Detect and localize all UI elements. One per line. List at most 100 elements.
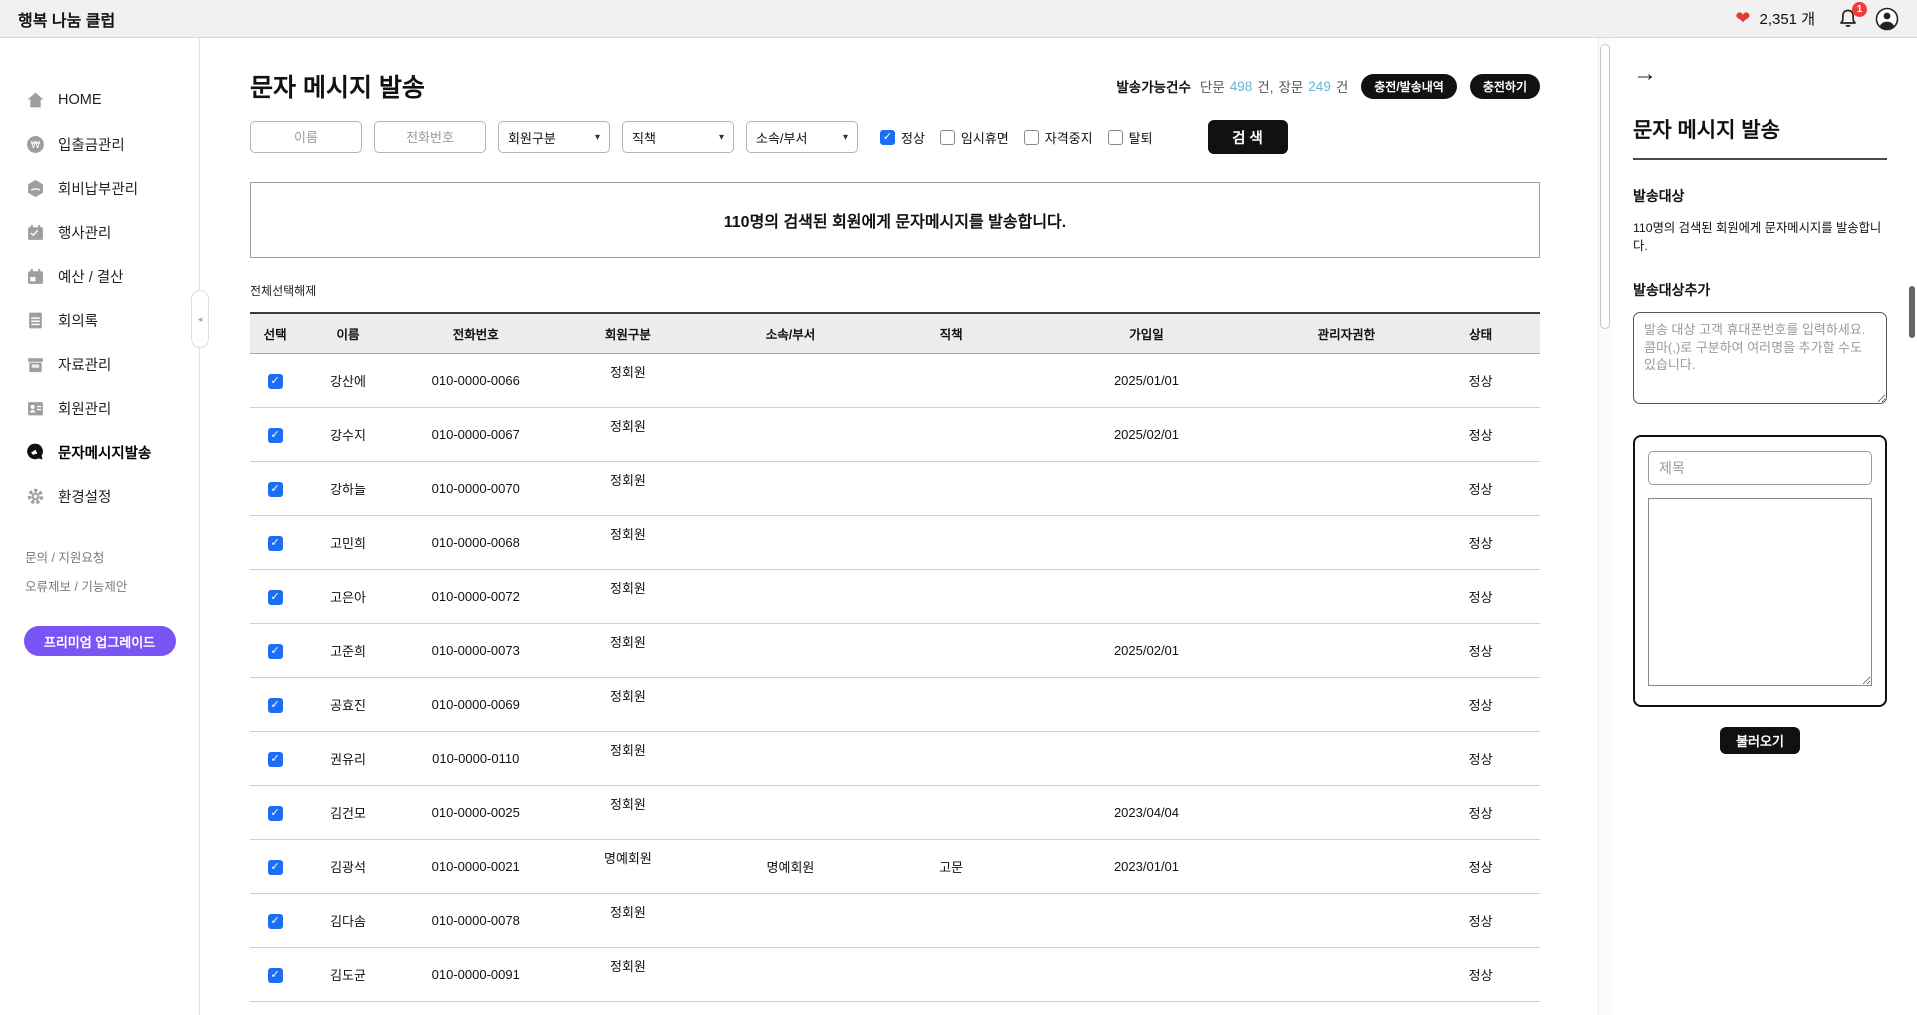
sidebar-item-minutes[interactable]: 회의록: [0, 298, 199, 342]
notice-text: 110명의 검색된 회원에게 문자메시지를 발송합니다.: [724, 208, 1066, 232]
cell-department: [700, 731, 881, 785]
cell-select[interactable]: ✓: [250, 785, 300, 839]
cell-role: [881, 569, 1022, 623]
checkbox-label: 자격중지: [1045, 128, 1093, 147]
search-button[interactable]: 검 색: [1208, 120, 1288, 154]
cell-select[interactable]: ✓: [250, 893, 300, 947]
main-scrollbar-thumb[interactable]: [1600, 44, 1610, 329]
row-checkbox[interactable]: ✓: [268, 644, 283, 659]
add-target-textarea[interactable]: [1633, 312, 1887, 404]
sidebar-item-deposit[interactable]: ₩ 입출금관리: [0, 122, 199, 166]
notification-badge: 1: [1852, 2, 1867, 17]
cell-name: 강산에: [300, 353, 395, 407]
main-content: 문자 메시지 발송 발송가능건수 단문 498 건, 장문 249 건 충전/발…: [200, 38, 1598, 1015]
row-checkbox[interactable]: ✓: [268, 428, 283, 443]
row-checkbox[interactable]: ✓: [268, 482, 283, 497]
sidebar-item-label: 입출금관리: [58, 134, 125, 155]
row-checkbox[interactable]: ✓: [268, 698, 283, 713]
cell-select[interactable]: ✓: [250, 839, 300, 893]
cell-join-date: [1021, 515, 1271, 569]
target-section-label: 발송대상: [1633, 186, 1887, 206]
cell-name: 김광석: [300, 839, 395, 893]
table-row: ✓김다솜010-0000-0078정회원정상: [250, 893, 1540, 947]
sidebar-item-label: HOME: [58, 92, 102, 108]
checkbox-suspended[interactable]: 자격중지: [1024, 128, 1093, 147]
support-link-bug-report[interactable]: 오류제보 / 기능제안: [25, 573, 199, 602]
cell-select[interactable]: ✓: [250, 569, 300, 623]
sidebar-item-label: 자료관리: [58, 354, 111, 375]
main-scrollbar-track: [1598, 38, 1611, 1015]
role-select[interactable]: 직책 ▾: [622, 121, 734, 153]
checkbox-icon: ✓: [880, 130, 895, 145]
sidebar-item-label: 회의록: [58, 310, 98, 331]
deselect-all-link[interactable]: 전체선택해제: [250, 282, 316, 299]
sidebar-item-events[interactable]: 행사관리: [0, 210, 199, 254]
row-checkbox[interactable]: ✓: [268, 860, 283, 875]
notifications-button[interactable]: 1: [1837, 8, 1859, 30]
row-checkbox[interactable]: ✓: [268, 536, 283, 551]
cell-phone: 010-0000-0021: [396, 839, 556, 893]
cell-select[interactable]: ✓: [250, 947, 300, 1001]
cell-department: [700, 893, 881, 947]
row-checkbox[interactable]: ✓: [268, 590, 283, 605]
panel-scrollbar-thumb[interactable]: [1909, 286, 1915, 338]
table-row: ✓강산에010-0000-0066정회원2025/01/01정상: [250, 353, 1540, 407]
dues-payment-icon: [25, 178, 45, 198]
home-icon: [25, 90, 45, 110]
member-type-select[interactable]: 회원구분 ▾: [498, 121, 610, 153]
cell-select[interactable]: ✓: [250, 515, 300, 569]
premium-upgrade-button[interactable]: 프리미엄 업그레이드: [24, 626, 176, 656]
table-row: ✓고준희010-0000-0073정회원2025/02/01정상: [250, 623, 1540, 677]
load-button[interactable]: 불러오기: [1720, 727, 1800, 754]
panel-collapse-arrow-icon[interactable]: →: [1633, 62, 1887, 86]
cell-member-type: 정회원: [556, 731, 700, 785]
department-select[interactable]: 소속/부서 ▾: [746, 121, 858, 153]
message-body-textarea[interactable]: [1648, 498, 1872, 686]
row-checkbox[interactable]: ✓: [268, 752, 283, 767]
phone-filter-input[interactable]: [374, 121, 486, 153]
cell-select[interactable]: ✓: [250, 677, 300, 731]
subject-input[interactable]: [1648, 451, 1872, 485]
row-checkbox[interactable]: ✓: [268, 806, 283, 821]
cell-phone: 010-0000-0091: [396, 947, 556, 1001]
event-icon: [25, 222, 45, 242]
cell-role: [881, 893, 1022, 947]
chevron-down-icon: ▾: [843, 132, 848, 143]
cell-join-date: 2025/01/01: [1021, 353, 1271, 407]
sidebar-item-data[interactable]: 자료관리: [0, 342, 199, 386]
points-count: 2,351 개: [1759, 8, 1815, 29]
col-status: 상태: [1421, 313, 1540, 353]
sidebar-item-home[interactable]: HOME: [0, 78, 199, 122]
recharge-history-button[interactable]: 충전/발송내역: [1361, 74, 1457, 99]
checkbox-icon: [1108, 130, 1123, 145]
row-checkbox[interactable]: ✓: [268, 914, 283, 929]
row-checkbox[interactable]: ✓: [268, 968, 283, 983]
cell-select[interactable]: ✓: [250, 353, 300, 407]
sidebar-item-members[interactable]: 회원관리: [0, 386, 199, 430]
profile-avatar[interactable]: [1875, 7, 1899, 31]
checkbox-normal[interactable]: ✓ 정상: [880, 128, 925, 147]
sidebar-item-settings[interactable]: 환경설정: [0, 474, 199, 518]
cell-select[interactable]: ✓: [250, 407, 300, 461]
cell-status: 정상: [1421, 893, 1540, 947]
cell-select[interactable]: ✓: [250, 731, 300, 785]
cell-department: [700, 785, 881, 839]
sidebar-item-dues[interactable]: 회비납부관리: [0, 166, 199, 210]
budget-icon: [25, 266, 45, 286]
sidebar-item-sms[interactable]: 문자메시지발송: [0, 430, 199, 474]
recharge-button[interactable]: 충전하기: [1470, 74, 1540, 99]
sidebar-item-budget[interactable]: 예산 / 결산: [0, 254, 199, 298]
checkbox-withdrawn[interactable]: 탈퇴: [1108, 128, 1153, 147]
cell-status: 정상: [1421, 677, 1540, 731]
cell-phone: 010-0000-0070: [396, 461, 556, 515]
checkbox-label: 정상: [901, 128, 925, 147]
cell-admin-rights: [1272, 677, 1422, 731]
support-link-inquiry[interactable]: 문의 / 지원요청: [25, 544, 199, 573]
cell-select[interactable]: ✓: [250, 461, 300, 515]
name-filter-input[interactable]: [250, 121, 362, 153]
checkbox-dormant[interactable]: 임시휴면: [940, 128, 1009, 147]
cell-admin-rights: [1272, 569, 1422, 623]
chevron-down-icon: ▾: [595, 132, 600, 143]
row-checkbox[interactable]: ✓: [268, 374, 283, 389]
cell-select[interactable]: ✓: [250, 623, 300, 677]
